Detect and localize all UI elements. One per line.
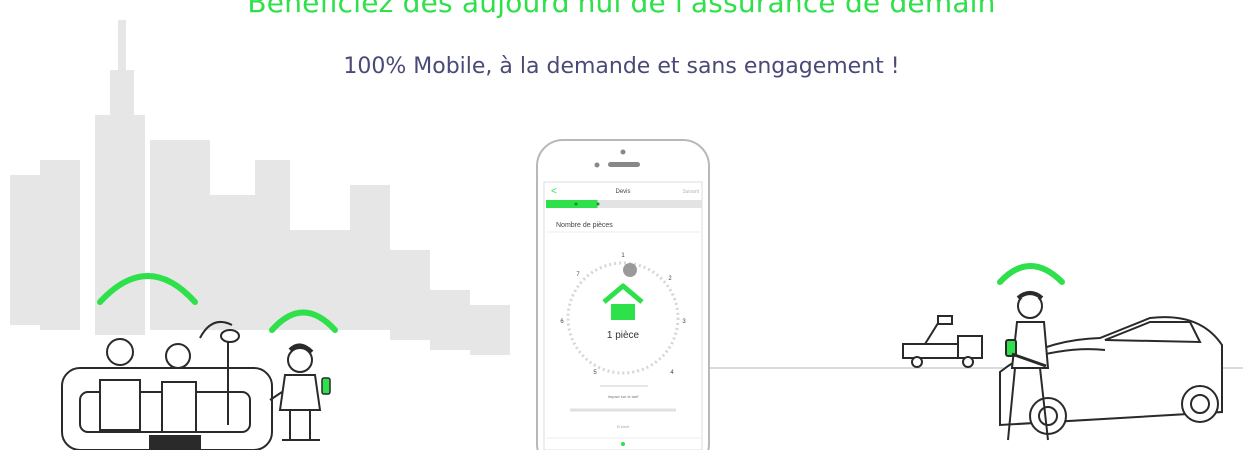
- couple-on-sofa-illustration: [61, 321, 273, 450]
- tow-truck-illustration: [902, 315, 983, 368]
- footer-text: Impact sur le tarif: [608, 394, 640, 399]
- question-label: Nombre de pièces: [556, 222, 613, 229]
- city-skyline: [10, 20, 510, 355]
- next-button[interactable]: Suivant: [682, 189, 699, 195]
- back-chevron-icon[interactable]: <: [551, 186, 557, 197]
- car-with-driver-illustration: [999, 291, 1223, 441]
- selected-value-label: 1 pièce: [607, 330, 640, 341]
- progress-fill: [546, 200, 598, 208]
- smartphone-mockup: [536, 139, 710, 450]
- signal-arc-driver: [997, 263, 1065, 285]
- footer-caption: Endroit: [617, 424, 631, 429]
- screen-header-title: Devis: [615, 189, 630, 195]
- hero-illustration: < Devis Suivant Nombre de pièces 1 2 3 4…: [10, 20, 1243, 450]
- woman-with-phone-illustration: [269, 343, 331, 441]
- dial-handle[interactable]: [623, 263, 637, 277]
